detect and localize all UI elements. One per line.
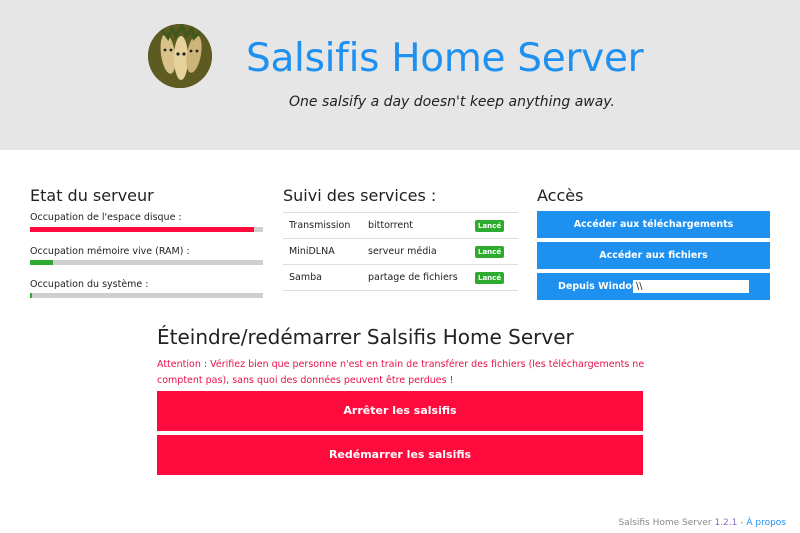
footer: Salsifis Home Server 1.2.1 - À propos bbox=[618, 518, 786, 528]
footer-app-name: Salsifis Home Server bbox=[618, 518, 712, 528]
service-row-minidlna: MiniDLNA serveur média Lancé bbox=[283, 239, 518, 265]
disk-usage-label: Occupation de l'espace disque : bbox=[30, 212, 182, 223]
shutdown-title: Éteindre/redémarrer Salsifis Home Server bbox=[157, 325, 574, 349]
disk-usage-bar bbox=[30, 227, 263, 232]
site-title: Salsifis Home Server bbox=[246, 36, 644, 81]
ram-usage-bar bbox=[30, 260, 263, 265]
shutdown-warning: Attention : Vérifiez bien que personne n… bbox=[157, 359, 645, 386]
ram-usage-label: Occupation mémoire vive (RAM) : bbox=[30, 246, 190, 257]
system-usage-bar bbox=[30, 293, 263, 298]
footer-separator: - bbox=[740, 518, 744, 528]
service-description: partage de fichiers bbox=[368, 272, 458, 283]
access-title: Accès bbox=[537, 186, 584, 205]
salsify-logo bbox=[148, 24, 212, 88]
service-name: MiniDLNA bbox=[289, 246, 335, 257]
downloads-button[interactable]: Accéder aux téléchargements bbox=[537, 211, 770, 238]
windows-path-field[interactable]: \\ bbox=[633, 280, 749, 293]
files-button[interactable]: Accéder aux fichiers bbox=[537, 242, 770, 269]
services-title: Suivi des services : bbox=[283, 186, 437, 205]
status-badge: Lancé bbox=[475, 246, 505, 258]
status-badge: Lancé bbox=[475, 220, 505, 232]
stop-button[interactable]: Arrêter les salsifis bbox=[157, 391, 643, 431]
service-name: Samba bbox=[289, 272, 322, 283]
about-link[interactable]: À propos bbox=[746, 518, 786, 528]
service-description: bittorrent bbox=[368, 220, 413, 231]
server-status-title: Etat du serveur bbox=[30, 186, 154, 205]
service-row-samba: Samba partage de fichiers Lancé bbox=[283, 265, 518, 291]
restart-button[interactable]: Redémarrer les salsifis bbox=[157, 435, 643, 475]
footer-version: 1.2.1 bbox=[714, 518, 738, 528]
system-usage-fill bbox=[30, 293, 33, 298]
page-header: Salsifis Home Server One salsify a day d… bbox=[0, 0, 800, 150]
site-tagline: One salsify a day doesn't keep anything … bbox=[289, 94, 615, 110]
service-row-transmission: Transmission bittorrent Lancé bbox=[283, 213, 518, 239]
system-usage-label: Occupation du système : bbox=[30, 279, 149, 290]
disk-usage-fill bbox=[30, 227, 254, 232]
ram-usage-fill bbox=[30, 260, 54, 265]
service-description: serveur média bbox=[368, 246, 437, 257]
services-table: Transmission bittorrent Lancé MiniDLNA s… bbox=[283, 212, 518, 291]
status-badge: Lancé bbox=[475, 272, 505, 284]
service-name: Transmission bbox=[289, 220, 351, 231]
